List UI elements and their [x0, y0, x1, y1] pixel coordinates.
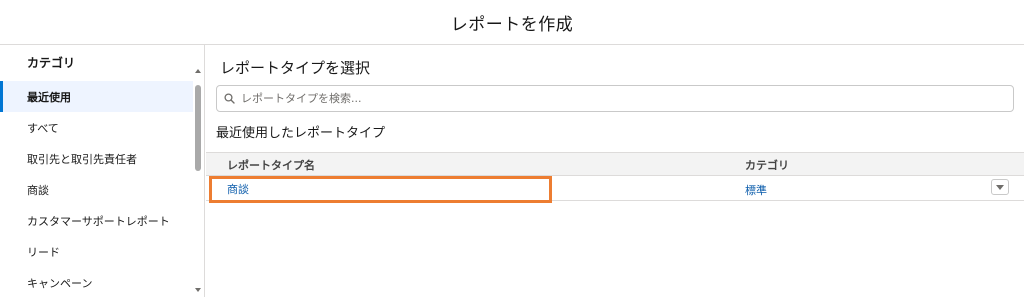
- main-panel: レポートタイプを選択 最近使用したレポートタイプ レポートタイプ名 カテゴリ 商…: [206, 45, 1024, 297]
- sidebar-item-campaigns[interactable]: キャンペーン: [0, 267, 193, 297]
- table-header: レポートタイプ名 カテゴリ: [206, 152, 1024, 176]
- modal-header: レポートを作成: [0, 0, 1024, 45]
- modal-title: レポートを作成: [450, 14, 574, 35]
- sidebar-heading: カテゴリ: [27, 56, 76, 70]
- panel-title: レポートタイプを選択: [220, 59, 371, 77]
- sidebar-scrollbar[interactable]: [193, 69, 204, 297]
- report-type-category: 標準: [745, 184, 767, 197]
- highlight-annotation: [209, 176, 552, 203]
- sidebar-item-recent[interactable]: 最近使用: [0, 81, 193, 112]
- row-action-button[interactable]: [991, 179, 1009, 195]
- section-title: 最近使用したレポートタイプ: [216, 126, 386, 141]
- sidebar-item-customer-support[interactable]: カスタマーサポートレポート: [0, 205, 193, 236]
- sidebar-item-leads[interactable]: リード: [0, 236, 193, 267]
- chevron-down-icon: [996, 184, 1004, 190]
- scrollbar-thumb[interactable]: [195, 85, 201, 171]
- search-input[interactable]: [241, 92, 1001, 105]
- sidebar-item-opportunities[interactable]: 商談: [0, 174, 193, 205]
- column-header-category[interactable]: カテゴリ: [745, 157, 789, 173]
- column-header-name[interactable]: レポートタイプ名: [227, 157, 315, 173]
- sidebar-item-all[interactable]: すべて: [0, 112, 193, 143]
- search-box[interactable]: [216, 85, 1014, 112]
- search-icon: [217, 86, 241, 111]
- scroll-down-arrow-icon[interactable]: [195, 288, 201, 292]
- sidebar-item-accounts-contacts[interactable]: 取引先と取引先責任者: [0, 143, 193, 174]
- category-sidebar: カテゴリ 最近使用 すべて 取引先と取引先責任者 商談 カスタマーサポートレポー…: [0, 45, 205, 297]
- category-list: 最近使用 すべて 取引先と取引先責任者 商談 カスタマーサポートレポート リード…: [0, 81, 193, 297]
- scroll-up-arrow-icon[interactable]: [195, 69, 201, 73]
